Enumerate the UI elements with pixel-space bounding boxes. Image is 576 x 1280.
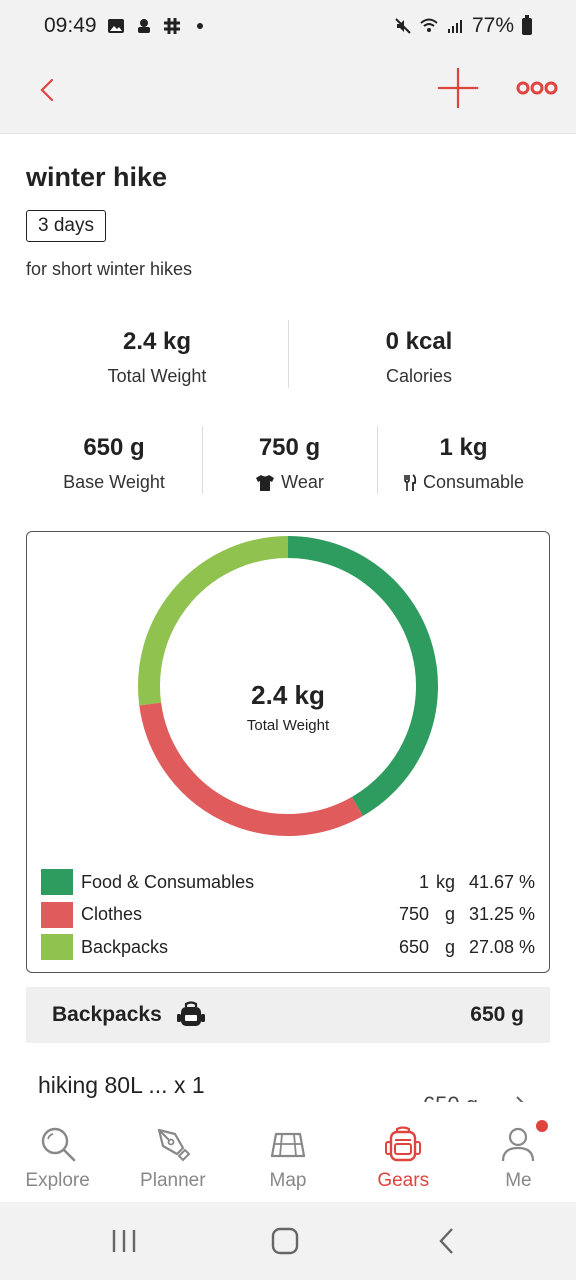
nav-label: Me <box>505 1170 532 1191</box>
system-back-icon[interactable] <box>432 1226 462 1256</box>
nav-label: Gears <box>377 1170 430 1191</box>
legend-unit: g <box>444 904 455 925</box>
duration-badge: 3 days <box>26 210 106 242</box>
notification-dot <box>535 1120 548 1132</box>
legend-row: Food & Consumables 1 kg 41.67 % <box>41 866 535 899</box>
trip-title: winter hike <box>26 162 168 192</box>
home-icon[interactable] <box>270 1226 300 1256</box>
legend-weight: 750 <box>398 904 429 925</box>
mute-icon <box>395 18 411 34</box>
wifi-icon <box>420 18 438 32</box>
more-options-icon[interactable] <box>516 78 558 98</box>
stat-label: Consumable <box>377 472 550 493</box>
stat-label: Total Weight <box>26 366 288 387</box>
stat-label: Base Weight <box>26 472 202 493</box>
stat-label-text: Consumable <box>422 472 525 492</box>
stat-value: 2.4 kg <box>122 328 192 355</box>
nav-label: Planner <box>140 1170 206 1191</box>
stat-label-text: Calories <box>385 366 453 386</box>
wear-stat: 750 g Wear <box>202 426 377 494</box>
main-content: winter hike 3 days for short winter hike… <box>0 134 576 1102</box>
base-weight-stat: 650 g Base Weight <box>26 434 202 493</box>
chevron-right-icon <box>516 1096 524 1102</box>
item-name: hiking 80L ... x 1 <box>38 1072 205 1098</box>
item-weight: 650 g <box>423 1092 478 1102</box>
stat-value: 1 kg <box>439 434 488 461</box>
user-icon <box>502 1127 535 1162</box>
back-arrow-icon[interactable] <box>30 72 66 108</box>
nav-planner[interactable]: Planner <box>115 1102 230 1202</box>
battery-percent: 77% <box>471 14 514 37</box>
stat-label: Calories <box>288 366 550 387</box>
nav-map[interactable]: Map <box>230 1102 345 1202</box>
legend-label: Food & Consumables <box>81 871 255 892</box>
nav-me[interactable]: Me <box>461 1102 576 1202</box>
primary-stats: 2.4 kg Total Weight 0 kcal Calories <box>26 320 550 388</box>
gallery-icon <box>107 19 124 33</box>
recent-apps-icon[interactable] <box>109 1226 139 1256</box>
gear-item-row[interactable]: hiking 80L ... x 1 650 g <box>38 1072 538 1102</box>
search-icon <box>41 1127 75 1162</box>
donut-center-label: Total Weight <box>247 717 330 734</box>
nav-label: Map <box>269 1170 307 1191</box>
pen-nib-icon <box>157 1128 191 1162</box>
legend-percent: 27.08 % <box>468 936 535 957</box>
donut-segment-food-consumables <box>287 536 438 816</box>
stat-value: 750 g <box>258 434 321 461</box>
legend-swatch <box>41 934 73 961</box>
legend-percent: 41.67 % <box>468 871 535 892</box>
legend-label: Backpacks <box>81 936 169 957</box>
stat-label: Wear <box>202 472 377 493</box>
trip-description: for short winter hikes <box>26 259 193 279</box>
bottom-nav: Explore Planner Map Gears Me <box>0 1102 576 1202</box>
legend-swatch <box>41 901 73 928</box>
nav-label: Explore <box>25 1170 90 1191</box>
notification-app-icon <box>137 19 150 33</box>
signal-icon <box>447 20 462 33</box>
total-weight-stat: 2.4 kg Total Weight <box>26 328 288 387</box>
legend-row: Backpacks 650 g 27.08 % <box>41 931 535 964</box>
add-icon[interactable] <box>436 66 480 110</box>
system-nav-bar <box>0 1202 576 1280</box>
stat-label-text: Wear <box>281 472 324 492</box>
dot-icon <box>196 23 203 29</box>
cutlery-icon <box>404 473 417 491</box>
battery-icon <box>522 14 532 35</box>
app-bar <box>0 52 576 134</box>
tshirt-icon <box>256 474 275 491</box>
legend-weight: 1 <box>418 871 429 892</box>
backpacks-section-header[interactable]: Backpacks 650 g <box>26 987 550 1043</box>
stat-value: 650 g <box>83 434 145 461</box>
status-time: 09:49 <box>44 14 97 37</box>
nav-explore[interactable]: Explore <box>0 1102 115 1202</box>
legend-percent: 31.25 % <box>468 904 535 925</box>
legend-label: Clothes <box>81 904 143 925</box>
secondary-stats: 650 g Base Weight 750 g Wear 1 kg Consum… <box>26 426 550 494</box>
weight-donut-chart: 2.4 kg Total Weight <box>138 536 438 836</box>
legend-row: Clothes 750 g 31.25 % <box>41 899 535 932</box>
section-weight: 650 g <box>470 1003 524 1026</box>
section-title: Backpacks <box>52 1003 162 1026</box>
weight-chart-card: 2.4 kg Total Weight Food & Consumables 1… <box>26 531 550 973</box>
donut-center-value: 2.4 kg <box>251 680 325 710</box>
backpack-icon <box>176 1001 205 1026</box>
legend-unit: g <box>444 936 455 957</box>
backpack-icon <box>385 1126 422 1162</box>
nav-gears[interactable]: Gears <box>346 1102 461 1202</box>
calories-stat: 0 kcal Calories <box>288 320 550 388</box>
slack-icon <box>163 18 180 34</box>
stat-label-text: Base Weight <box>63 472 165 492</box>
stat-label-text: Total Weight <box>107 366 207 386</box>
map-icon <box>270 1132 306 1158</box>
legend-unit: kg <box>435 871 455 892</box>
chart-legend: Food & Consumables 1 kg 41.67 % Clothes … <box>41 866 535 964</box>
stat-value: 0 kcal <box>385 328 453 355</box>
consumable-stat: 1 kg Consumable <box>377 426 550 494</box>
legend-swatch <box>41 869 73 896</box>
legend-weight: 650 <box>398 936 429 957</box>
status-bar: 09:49 77% <box>0 0 576 52</box>
